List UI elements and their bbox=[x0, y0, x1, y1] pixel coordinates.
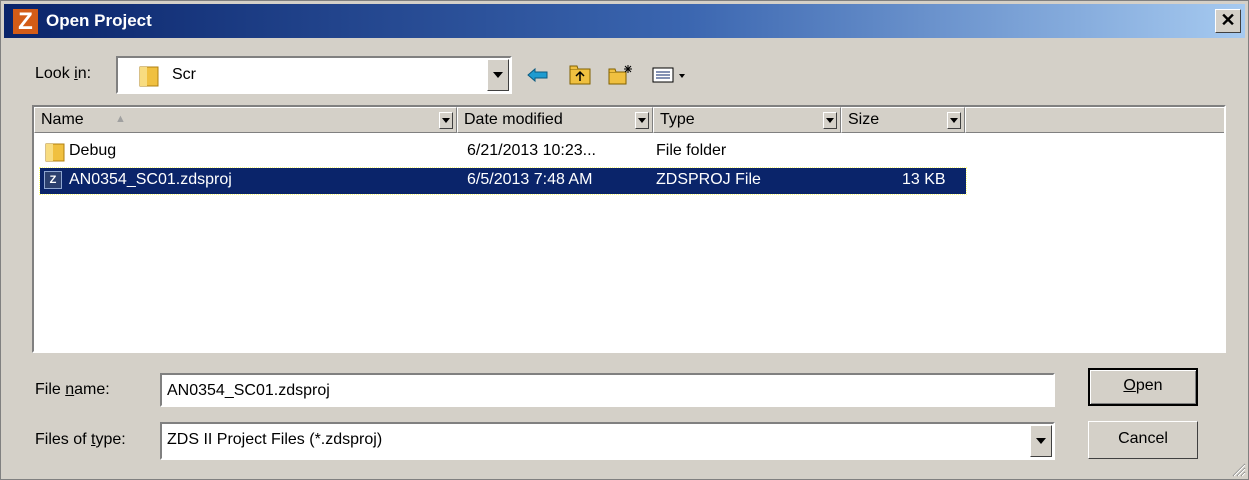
look-in-label: Look in: bbox=[35, 65, 92, 82]
file-name-label: File name: bbox=[35, 381, 110, 398]
look-in-dropdown-button[interactable] bbox=[487, 59, 509, 91]
column-filter-button[interactable] bbox=[823, 112, 837, 129]
list-item[interactable]: Debug 6/21/2013 10:23... File folder bbox=[40, 139, 966, 165]
column-header-size[interactable]: Size bbox=[841, 107, 965, 133]
file-type-dropdown[interactable]: ZDS II Project Files (*.zdsproj) bbox=[160, 422, 1055, 460]
look-in-value: Scr bbox=[172, 66, 196, 83]
chevron-down-icon bbox=[826, 118, 834, 123]
file-type-dropdown-button[interactable] bbox=[1030, 425, 1052, 457]
back-arrow-icon bbox=[527, 67, 548, 83]
chevron-down-icon bbox=[1036, 438, 1046, 444]
file-date: 6/21/2013 10:23... bbox=[467, 142, 596, 159]
file-type: ZDSPROJ File bbox=[656, 171, 761, 188]
back-button[interactable] bbox=[525, 62, 551, 88]
folder-icon bbox=[45, 143, 65, 162]
file-list[interactable]: Name ▲ Date modified Type Size Debug 6/2… bbox=[32, 105, 1226, 353]
resize-grip-icon[interactable] bbox=[1232, 463, 1246, 477]
file-date: 6/5/2013 7:48 AM bbox=[467, 171, 593, 188]
file-name: AN0354_SC01.zdsproj bbox=[69, 171, 232, 188]
file-type-label: Files of type: bbox=[35, 431, 126, 448]
title-bar[interactable]: Z Open Project ✕ bbox=[4, 4, 1245, 38]
column-filter-button[interactable] bbox=[439, 112, 453, 129]
file-name: Debug bbox=[69, 142, 117, 159]
look-in-dropdown[interactable]: Scr bbox=[116, 56, 512, 94]
up-folder-icon bbox=[569, 65, 591, 85]
close-button[interactable]: ✕ bbox=[1215, 9, 1241, 33]
folder-icon bbox=[139, 66, 159, 87]
column-header-empty bbox=[965, 107, 1224, 133]
open-button[interactable]: Open bbox=[1088, 368, 1198, 406]
view-menu-button[interactable] bbox=[651, 62, 689, 88]
window-title: Open Project bbox=[46, 11, 152, 30]
column-header-type[interactable]: Type bbox=[653, 107, 841, 133]
up-folder-button[interactable] bbox=[567, 62, 593, 88]
column-header-name[interactable]: Name ▲ bbox=[34, 107, 457, 133]
file-name-input[interactable]: AN0354_SC01.zdsproj bbox=[160, 373, 1055, 407]
file-list-header: Name ▲ Date modified Type Size bbox=[34, 107, 1224, 133]
open-project-dialog: Z Open Project ✕ Look in: Scr Name ▲ Dat… bbox=[0, 0, 1249, 480]
list-item[interactable]: Z AN0354_SC01.zdsproj 6/5/2013 7:48 AM Z… bbox=[39, 167, 967, 195]
chevron-down-icon bbox=[493, 72, 503, 78]
zds-app-icon: Z bbox=[13, 9, 38, 34]
file-size: 13 KB bbox=[902, 171, 946, 188]
chevron-down-icon bbox=[638, 118, 646, 123]
close-icon: ✕ bbox=[1220, 10, 1236, 30]
new-folder-button[interactable] bbox=[607, 62, 633, 88]
zds-project-icon: Z bbox=[44, 171, 62, 189]
sort-ascending-icon: ▲ bbox=[115, 113, 126, 125]
cancel-button[interactable]: Cancel bbox=[1088, 421, 1198, 459]
column-filter-button[interactable] bbox=[635, 112, 649, 129]
view-menu-icon bbox=[652, 67, 685, 83]
chevron-down-icon bbox=[950, 118, 958, 123]
file-type: File folder bbox=[656, 142, 727, 159]
new-folder-icon bbox=[608, 65, 632, 85]
column-header-date-modified[interactable]: Date modified bbox=[457, 107, 653, 133]
column-filter-button[interactable] bbox=[947, 112, 961, 129]
chevron-down-icon bbox=[442, 118, 450, 123]
